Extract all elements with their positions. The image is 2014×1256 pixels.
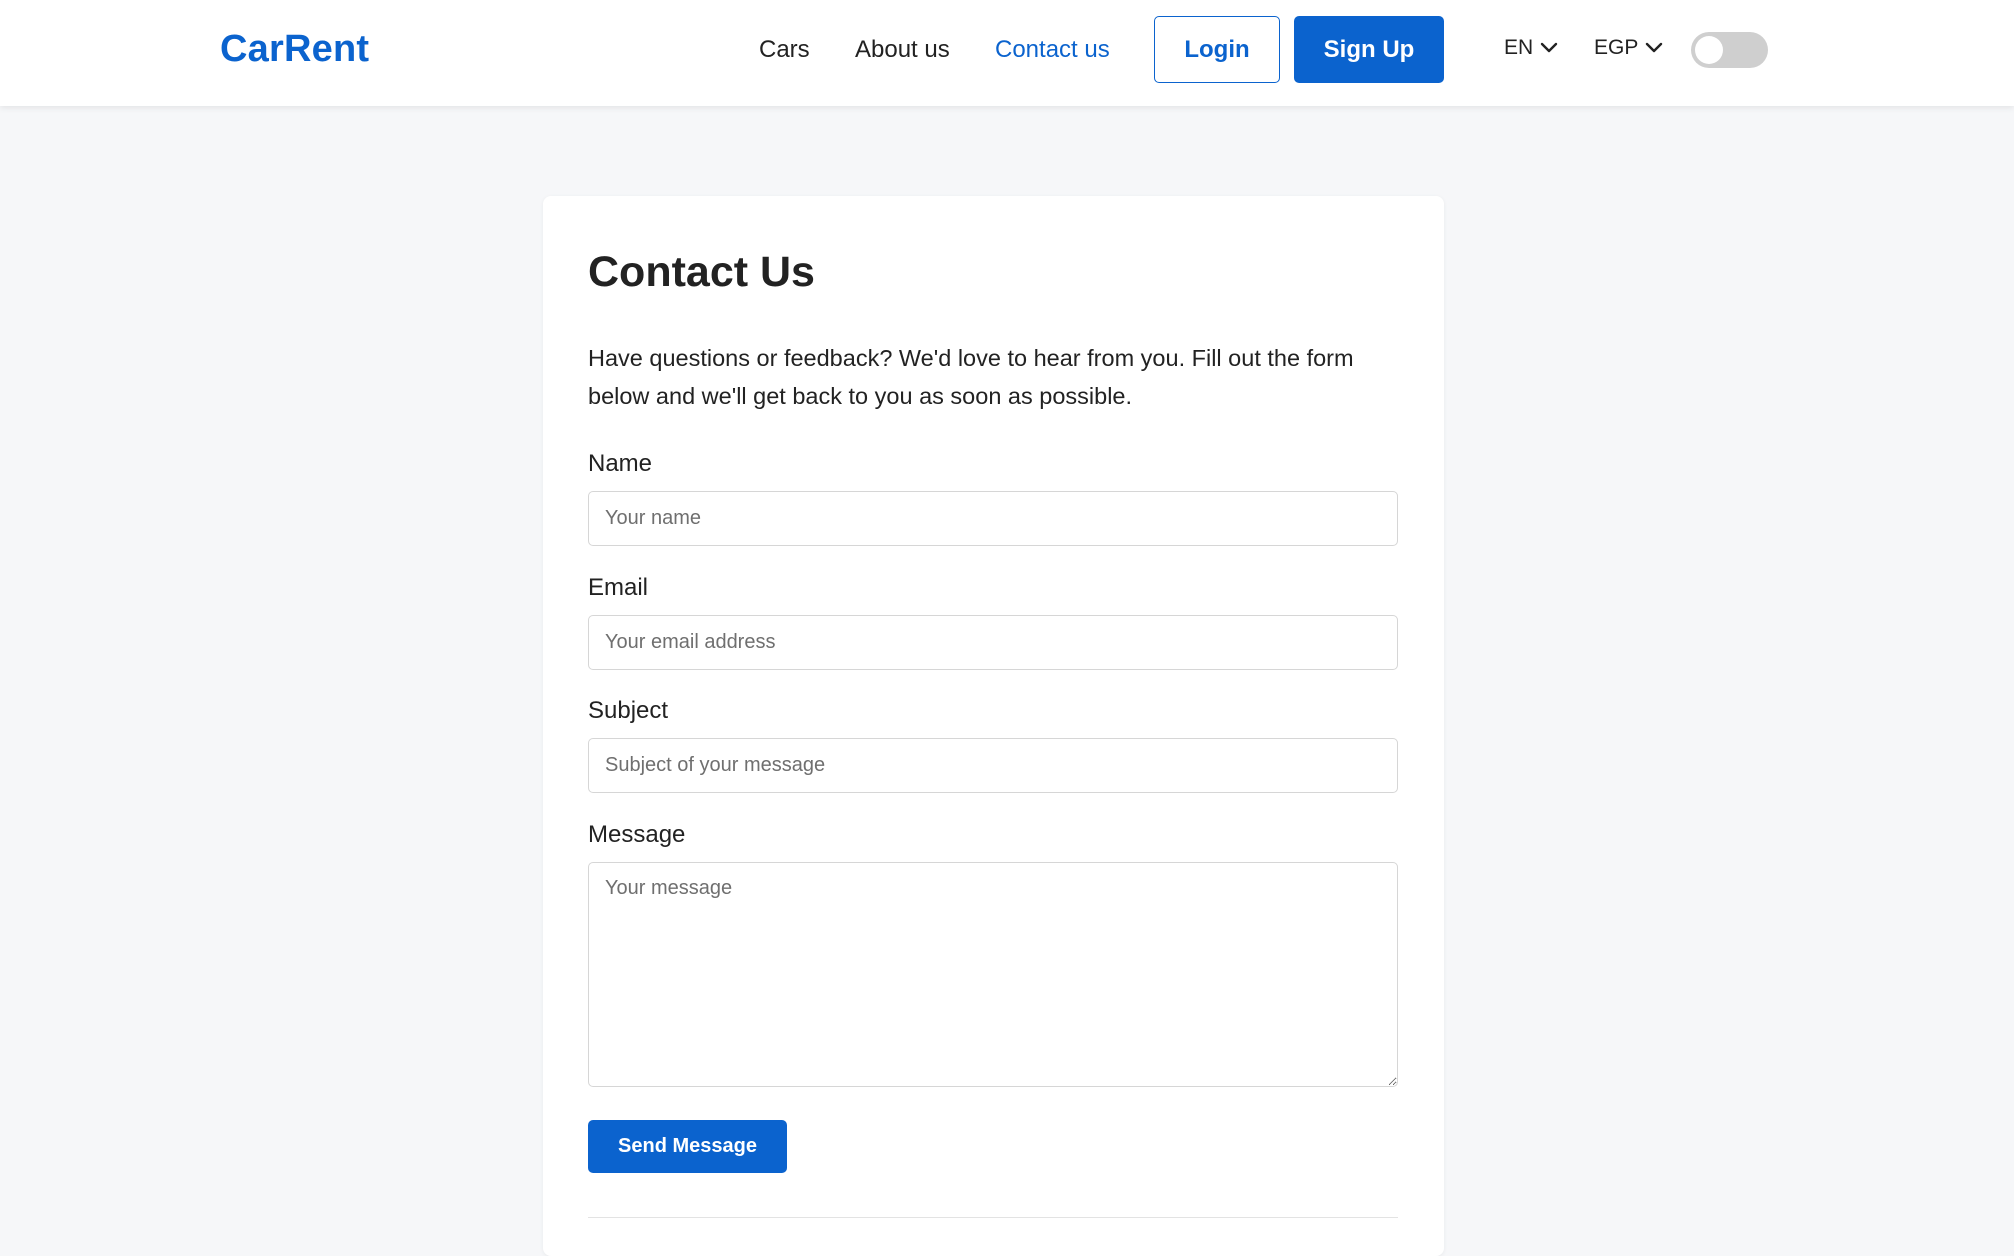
login-button[interactable]: Login <box>1154 16 1280 83</box>
language-selector-value: EN <box>1504 36 1534 59</box>
nav-link-cars[interactable]: Cars <box>759 36 810 64</box>
chevron-down-icon <box>1645 42 1663 54</box>
sign-up-button[interactable]: Sign Up <box>1294 16 1444 83</box>
currency-selector[interactable]: EGP <box>1594 36 1663 60</box>
name-label: Name <box>588 450 653 477</box>
contact-card: Contact Us Have questions or feedback? W… <box>543 196 1444 1256</box>
email-input[interactable] <box>588 615 1398 670</box>
language-selector[interactable]: EN <box>1504 36 1558 60</box>
currency-selector-value: EGP <box>1594 36 1639 59</box>
message-label: Message <box>588 821 686 848</box>
chevron-down-icon <box>1540 42 1558 54</box>
name-input[interactable] <box>588 491 1398 546</box>
email-label: Email <box>588 574 649 601</box>
subject-label: Subject <box>588 697 669 724</box>
theme-toggle[interactable] <box>1691 32 1768 68</box>
message-textarea[interactable] <box>588 862 1398 1087</box>
toggle-knob <box>1695 36 1723 64</box>
brand-logo[interactable]: CarRent <box>220 28 369 71</box>
divider <box>588 1217 1398 1218</box>
top-navbar: CarRent Cars About us Contact us Login S… <box>0 0 2014 106</box>
send-message-button[interactable]: Send Message <box>588 1120 787 1173</box>
contact-intro-text: Have questions or feedback? We'd love to… <box>588 345 1354 409</box>
subject-input[interactable] <box>588 738 1398 793</box>
nav-link-about-us[interactable]: About us <box>855 36 950 64</box>
page-title: Contact Us <box>588 248 815 296</box>
nav-link-contact-us[interactable]: Contact us <box>995 36 1110 64</box>
